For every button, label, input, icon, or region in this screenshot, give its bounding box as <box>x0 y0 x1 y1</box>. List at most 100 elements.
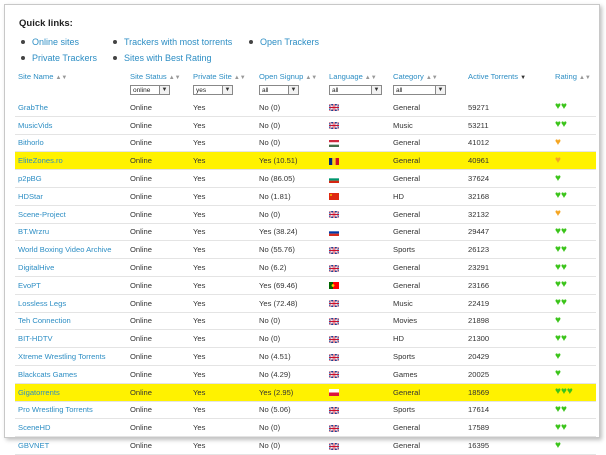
sort-icon: ▲▼ <box>305 74 318 81</box>
language-cell <box>326 365 390 384</box>
heart-icon: ♥ <box>560 403 567 415</box>
active-torrents-cell: 29447 <box>465 223 552 242</box>
flag-hu-icon <box>329 138 339 147</box>
open-signup-cell: No (4.29) <box>256 365 326 384</box>
heart-icon: ♥ <box>560 101 567 113</box>
site-name-link[interactable]: p2pBG <box>15 169 127 188</box>
sort-icon: ▲▼ <box>168 74 181 81</box>
col-category[interactable]: Category ▲▼ <box>390 69 465 83</box>
quick-link-best-rating[interactable]: Sites with Best Rating <box>113 53 212 63</box>
site-name-link[interactable]: SceneHD <box>15 418 127 438</box>
rating-cell: ♥ <box>552 169 596 188</box>
site-name-link[interactable]: BIT-HDTV <box>15 329 127 349</box>
site-name-link[interactable]: GrabThe <box>15 99 127 117</box>
private-site-cell: Yes <box>190 187 256 206</box>
col-private-site[interactable]: Private Site ▲▼ <box>190 69 256 83</box>
private-site-cell: Yes <box>190 169 256 188</box>
language-cell <box>326 240 390 260</box>
rating-cell: ♥♥ <box>552 294 596 313</box>
open-signup-cell: No (0) <box>256 99 326 117</box>
col-open-signup[interactable]: Open Signup ▲▼ <box>256 69 326 83</box>
quick-link-private-trackers[interactable]: Private Trackers <box>21 53 97 63</box>
site-name-link[interactable]: World Boxing Video Archive <box>15 240 127 260</box>
open-signup-cell: Yes (2.95) <box>256 383 326 402</box>
language-cell <box>326 276 390 295</box>
private-filter-select[interactable]: yes ▼ <box>193 85 233 95</box>
open-signup-cell: No (6.2) <box>256 258 326 277</box>
bullet-icon <box>21 55 25 60</box>
language-cell <box>326 401 390 420</box>
language-cell <box>326 116 390 135</box>
flag-uk-icon <box>329 423 339 432</box>
flag-uk-icon <box>329 210 339 219</box>
language-cell <box>326 347 390 366</box>
site-status-cell: Online <box>127 418 190 438</box>
flag-uk-icon <box>329 103 339 112</box>
active-torrents-cell: 59271 <box>465 99 552 117</box>
category-cell: HD <box>390 187 465 206</box>
col-site-status[interactable]: Site Status ▲▼ <box>127 69 190 83</box>
filter-cell-category: all ▼ <box>390 83 465 99</box>
flag-uk-icon <box>329 405 339 414</box>
private-site-cell: Yes <box>190 365 256 384</box>
site-name-link[interactable]: HDStar <box>15 187 127 206</box>
site-name-link[interactable]: BT.Wrzru <box>15 223 127 242</box>
col-active-torrents[interactable]: Active Torrents ▼ <box>465 69 552 83</box>
site-name-link[interactable]: Pro Wrestling Torrents <box>15 401 127 420</box>
open-signup-cell: Yes (38.24) <box>256 223 326 242</box>
heart-icon: ♥ <box>555 136 561 148</box>
site-name-link[interactable]: Scene-Project <box>15 205 127 224</box>
site-name-link[interactable]: EvoPT <box>15 276 127 295</box>
site-name-link[interactable]: DigitalHive <box>15 258 127 277</box>
flag-uk-icon <box>329 245 339 254</box>
rating-cell: ♥♥ <box>552 276 596 295</box>
rating-cell: ♥ <box>552 365 596 384</box>
site-name-link[interactable]: Xtreme Wrestling Torrents <box>15 347 127 366</box>
site-name-link[interactable]: Lossless Legs <box>15 294 127 313</box>
language-filter-select[interactable]: all ▼ <box>329 85 382 95</box>
rating-cell: ♥ <box>552 347 596 366</box>
flag-pt-icon <box>329 281 339 290</box>
category-cell: General <box>390 151 465 171</box>
site-name-link[interactable]: Blackcats Games <box>15 365 127 384</box>
signup-filter-select[interactable]: all ▼ <box>259 85 299 95</box>
category-cell: General <box>390 258 465 277</box>
site-name-link[interactable]: GBVNET <box>15 436 127 455</box>
heart-icon: ♥ <box>560 190 567 202</box>
private-site-cell: Yes <box>190 329 256 349</box>
table-row: GBVNET Online Yes No (0) General 16395 ♥ <box>15 436 596 455</box>
col-language[interactable]: Language ▲▼ <box>326 69 390 83</box>
trackers-table: Site Name ▲▼ Site Status ▲▼ Private Site ▲▼… <box>15 69 596 455</box>
language-cell <box>326 329 390 349</box>
sort-icon: ▲▼ <box>578 74 591 81</box>
trackers-table-body: GrabThe Online Yes No (0) General 59271 ♥♥ Musi… <box>15 99 596 455</box>
sort-icon: ▲▼ <box>364 74 377 81</box>
status-filter-select[interactable]: online ▼ <box>130 85 170 95</box>
table-row: BT.Wrzru Online Yes Yes (38.24) General 29447… <box>15 223 596 242</box>
category-filter-select[interactable]: all ▼ <box>393 85 446 95</box>
active-torrents-cell: 53211 <box>465 116 552 135</box>
heart-icon: ♥ <box>555 314 561 326</box>
sort-icon: ▲▼ <box>233 74 246 81</box>
chevron-down-icon: ▼ <box>159 86 169 94</box>
quick-link-most-torrents[interactable]: Trackers with most torrents <box>113 37 232 47</box>
site-name-link[interactable]: EliteZones.ro <box>15 151 127 171</box>
quick-link-online-sites[interactable]: Online sites <box>21 37 79 47</box>
language-cell <box>326 205 390 224</box>
site-name-link[interactable]: Teh Connection <box>15 312 127 331</box>
site-name-link[interactable]: Gigatorrents <box>15 383 127 402</box>
col-rating[interactable]: Rating ▲▼ <box>552 69 596 83</box>
site-status-cell: Online <box>127 294 190 313</box>
site-name-link[interactable]: Bithorlo <box>15 134 127 153</box>
active-torrents-cell: 41012 <box>465 134 552 153</box>
category-cell: Music <box>390 294 465 313</box>
language-cell <box>326 134 390 153</box>
quick-link-open-trackers[interactable]: Open Trackers <box>249 37 319 47</box>
site-name-link[interactable]: MusicVids <box>15 116 127 135</box>
language-cell <box>326 151 390 171</box>
site-status-cell: Online <box>127 151 190 171</box>
rating-cell: ♥ <box>552 312 596 331</box>
heart-icon: ♥ <box>555 208 561 220</box>
table-row: Scene-Project Online Yes No (0) General 32132… <box>15 205 596 224</box>
col-site-name[interactable]: Site Name ▲▼ <box>15 69 127 83</box>
